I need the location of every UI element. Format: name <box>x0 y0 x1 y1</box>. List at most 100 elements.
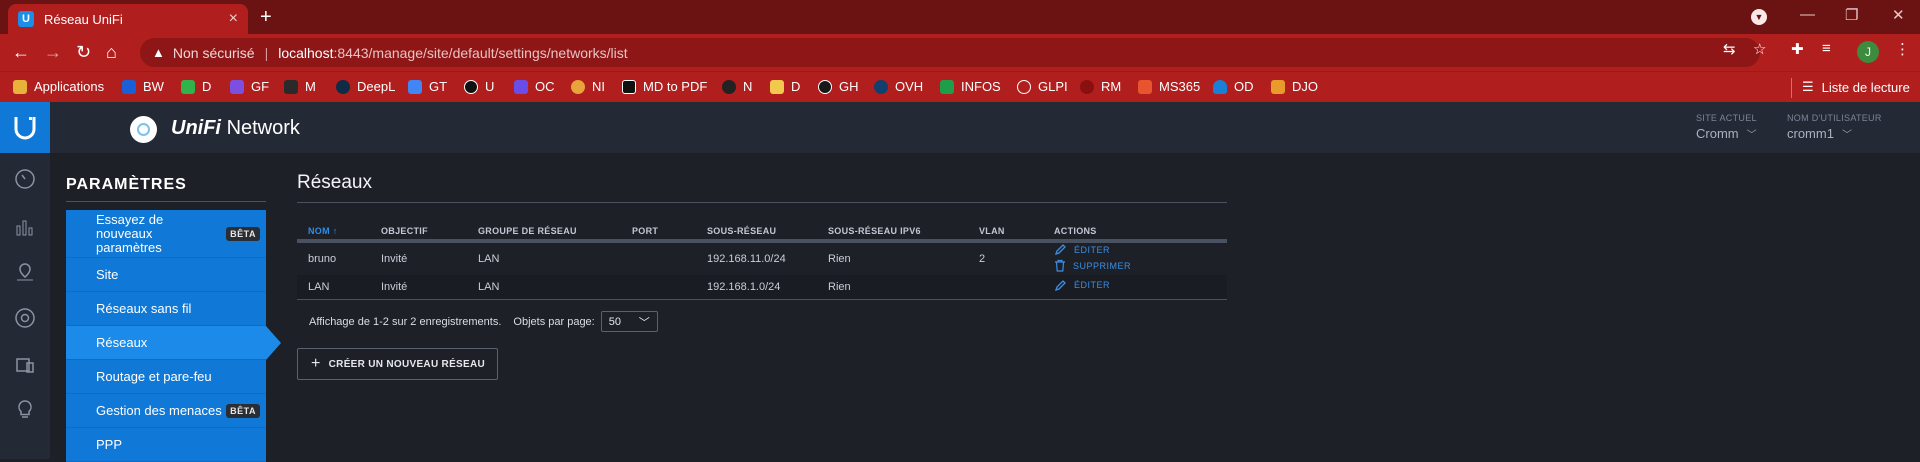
reading-list-button[interactable]: ☰ Liste de lecture <box>1802 79 1910 95</box>
map-icon[interactable] <box>13 260 37 284</box>
forms-icon <box>230 79 244 94</box>
bookmark-gt[interactable]: GT <box>408 79 447 94</box>
column-header-vlan[interactable]: VLAN <box>968 222 1043 243</box>
statistics-icon[interactable] <box>13 215 37 239</box>
browser-tab[interactable]: U Réseau UniFi × <box>8 4 248 34</box>
onedrive-icon <box>1213 79 1227 94</box>
bookmark-infos[interactable]: INFOS <box>940 79 1001 94</box>
table-header-row: NOM ↑ OBJECTIF GROUPE DE RÉSEAU PORT SOU… <box>297 222 1227 243</box>
url-path[interactable]: :8443/manage/site/default/settings/netwo… <box>333 45 627 61</box>
bookmark-gf[interactable]: GF <box>230 79 269 94</box>
app-brand: UniFi Network <box>171 117 300 139</box>
site-selector[interactable]: SITE ACTUEL Cromm ﹀ <box>1696 113 1757 141</box>
devices-icon[interactable] <box>13 306 37 330</box>
column-header-purpose[interactable]: OBJECTIF <box>370 222 467 243</box>
bookmark-djo[interactable]: DJO <box>1271 79 1318 94</box>
cell-actions: ÉDITER SUPPRIMER <box>1043 241 1227 275</box>
column-header-network-group[interactable]: GROUPE DE RÉSEAU <box>467 222 621 243</box>
glpi-icon <box>1017 79 1031 94</box>
bookmark-bw[interactable]: BW <box>122 79 164 94</box>
close-tab-icon[interactable]: × <box>229 10 238 28</box>
unifi-logo[interactable] <box>0 102 50 153</box>
sidebar-item-networks[interactable]: Réseaux <box>66 326 281 360</box>
url-host[interactable]: localhost <box>278 45 333 61</box>
bookmark-ovh[interactable]: OVH <box>874 79 923 94</box>
forward-arrow-icon[interactable]: → <box>44 42 62 62</box>
extensions-icon[interactable]: ✚ <box>1791 40 1804 58</box>
profile-avatar[interactable]: J <box>1857 41 1879 63</box>
per-page-select[interactable]: 50 ﹀ <box>600 311 658 332</box>
restore-button[interactable]: ❐ <box>1845 6 1858 24</box>
cell-ipv6: Rien <box>817 275 968 300</box>
column-header-port[interactable]: PORT <box>621 222 696 243</box>
bookmark-ms365[interactable]: MS365 <box>1138 79 1200 94</box>
edit-button[interactable]: ÉDITER <box>1054 243 1110 256</box>
column-header-name[interactable]: NOM ↑ <box>297 222 370 243</box>
insights-icon[interactable] <box>13 397 37 421</box>
bookmark-deepl[interactable]: DeepL <box>336 79 395 94</box>
networks-table: NOM ↑ OBJECTIF GROUPE DE RÉSEAU PORT SOU… <box>297 222 1227 300</box>
sidebar-item-routing-firewall[interactable]: Routage et pare-feu <box>66 360 266 394</box>
home-icon[interactable]: ⌂ <box>106 42 117 62</box>
bookmark-d2[interactable]: D <box>770 79 800 94</box>
delete-button[interactable]: SUPPRIMER <box>1054 259 1131 272</box>
reload-icon[interactable]: ↻ <box>76 42 91 62</box>
note-icon <box>770 79 784 94</box>
warning-icon[interactable]: ▲ <box>152 45 165 60</box>
table-row: bruno Invité LAN 192.168.11.0/24 Rien 2 … <box>297 241 1227 275</box>
column-header-subnet[interactable]: SOUS-RÉSEAU <box>696 222 817 243</box>
bookmark-glpi[interactable]: GLPI <box>1017 79 1068 94</box>
bookmark-n[interactable]: N <box>722 79 752 94</box>
bookmark-u[interactable]: U <box>464 79 494 94</box>
cell-port <box>621 241 696 275</box>
unifi-u-icon <box>14 116 36 139</box>
sidebar-item-try-new-settings[interactable]: Essayez de nouveaux paramètres BÊTA <box>66 210 266 258</box>
minimize-button[interactable]: — <box>1800 6 1815 23</box>
translate-icon[interactable]: ⇆ <box>1723 40 1736 58</box>
back-arrow-icon[interactable]: ← <box>12 42 30 62</box>
sidebar-item-ppp[interactable]: PPP <box>66 428 266 462</box>
bookmark-star-icon[interactable]: ☆ <box>1753 40 1766 58</box>
cell-purpose: Invité <box>381 253 408 265</box>
security-label[interactable]: Non sécurisé <box>173 45 255 61</box>
pencil-icon <box>1054 244 1066 256</box>
chevron-down-icon: ﹀ <box>1841 130 1852 141</box>
bookmark-gh[interactable]: GH <box>818 79 859 94</box>
edit-button[interactable]: ÉDITER <box>1054 279 1110 292</box>
bookmarks-bar: Applications BW D GF M DeepL GT U OC NI … <box>0 71 1920 102</box>
left-icon-rail <box>0 153 50 459</box>
bookmarks-divider <box>1791 78 1792 98</box>
settings-menu: Essayez de nouveaux paramètres BÊTA Site… <box>66 210 281 462</box>
column-header-ipv6-subnet[interactable]: SOUS-RÉSEAU IPV6 <box>817 222 968 243</box>
bookmark-oc[interactable]: OC <box>514 79 555 94</box>
browser-menu-icon[interactable]: ⋮ <box>1895 40 1910 58</box>
cell-ipv6: Rien <box>828 253 851 265</box>
new-tab-button[interactable]: + <box>260 6 272 29</box>
bookmark-md-to-pdf[interactable]: MD to PDF <box>622 79 707 94</box>
address-bar[interactable]: ▲ Non sécurisé | localhost :8443/manage/… <box>140 38 1760 67</box>
sidebar-item-wireless-networks[interactable]: Réseaux sans fil <box>66 292 266 326</box>
user-selector[interactable]: NOM D'UTILISATEUR cromm1 ﹀ <box>1787 113 1882 141</box>
bookmark-applications[interactable]: Applications <box>13 79 104 94</box>
cell-subnet: 192.168.11.0/24 <box>707 253 786 265</box>
user-caption: NOM D'UTILISATEUR <box>1787 113 1882 123</box>
close-window-button[interactable]: ✕ <box>1892 6 1905 24</box>
tab-search-icon[interactable]: ▼ <box>1751 9 1767 25</box>
cell-group: LAN <box>478 253 500 265</box>
ni-icon <box>571 79 585 94</box>
create-network-button[interactable]: + CRÉER UN NOUVEAU RÉSEAU <box>297 348 498 380</box>
dashboard-icon[interactable] <box>13 167 37 191</box>
sidebar-item-threat-management[interactable]: Gestion des menaces BÊTA <box>66 394 266 428</box>
page-title: Réseaux <box>297 172 372 193</box>
sidebar-item-site[interactable]: Site <box>66 258 266 292</box>
bookmark-d[interactable]: D <box>181 79 211 94</box>
bookmark-od[interactable]: OD <box>1213 79 1254 94</box>
bookmark-rm[interactable]: RM <box>1080 79 1121 94</box>
bookmark-m[interactable]: M <box>284 79 316 94</box>
network-app-icon[interactable] <box>130 116 157 143</box>
media-queue-icon[interactable]: ≡ <box>1822 40 1831 57</box>
tab-title: Réseau UniFi <box>44 11 123 27</box>
settings-divider <box>66 201 266 202</box>
bookmark-ni[interactable]: NI <box>571 79 605 94</box>
clients-icon[interactable] <box>13 352 37 376</box>
